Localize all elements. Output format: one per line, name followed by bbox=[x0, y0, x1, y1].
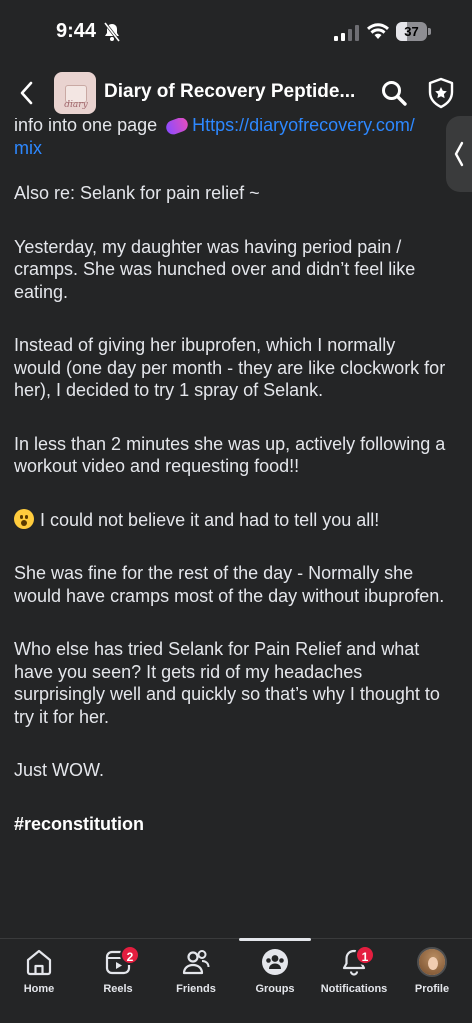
status-time: 9:44 bbox=[56, 20, 97, 42]
nav-profile[interactable]: Profile bbox=[392, 947, 472, 1007]
post-paragraph: Instead of giving her ibuprofen, which I… bbox=[14, 335, 446, 400]
post-paragraph-with-emoji: I could not believe it and had to tell y… bbox=[14, 508, 446, 532]
nav-friends[interactable]: Friends bbox=[156, 947, 236, 1007]
notifications-badge: 1 bbox=[355, 945, 375, 965]
post-paragraph-text: I could not believe it and had to tell y… bbox=[40, 509, 380, 530]
back-icon[interactable] bbox=[12, 76, 42, 110]
search-icon[interactable] bbox=[380, 79, 408, 107]
home-icon bbox=[26, 949, 52, 976]
dna-emoji-icon bbox=[164, 118, 190, 137]
cellular-signal-icon bbox=[334, 25, 359, 41]
post-paragraph: In less than 2 minutes she was up, activ… bbox=[14, 433, 446, 477]
nav-groups[interactable]: Groups bbox=[235, 947, 315, 1007]
group-avatar-text: diary bbox=[64, 100, 88, 110]
bell-muted-icon bbox=[103, 22, 121, 42]
chevron-left-icon bbox=[454, 141, 464, 167]
wifi-icon bbox=[367, 23, 389, 39]
post-body: info into one page Https://diaryofrecove… bbox=[14, 118, 446, 938]
group-title[interactable]: Diary of Recovery Peptide... bbox=[104, 81, 368, 103]
friends-icon bbox=[182, 950, 210, 975]
post-link-line: info into one page Https://diaryofrecove… bbox=[14, 118, 446, 159]
reels-badge: 2 bbox=[120, 945, 140, 965]
hashtag[interactable]: #reconstitution bbox=[14, 813, 446, 836]
post-link[interactable]: Https://diaryofrecovery.com/ bbox=[192, 118, 415, 135]
post-link-continued[interactable]: mix bbox=[14, 138, 42, 158]
group-avatar[interactable]: diary bbox=[54, 72, 96, 114]
battery-icon: 37 bbox=[396, 22, 432, 41]
post-paragraph: Yesterday, my daughter was having period… bbox=[14, 236, 416, 302]
nav-reels-label: Reels bbox=[103, 983, 133, 995]
shield-star-icon[interactable] bbox=[426, 77, 456, 109]
active-tab-indicator bbox=[239, 938, 311, 941]
battery-level: 37 bbox=[404, 24, 419, 39]
post-paragraph: Who else has tried Selank for Pain Relie… bbox=[14, 639, 440, 727]
nav-friends-label: Friends bbox=[176, 983, 216, 995]
group-header: diary Diary of Recovery Peptide... bbox=[0, 62, 472, 124]
status-bar: 9:44 37 bbox=[0, 0, 472, 60]
nav-notifications-label: Notifications bbox=[320, 983, 388, 995]
profile-avatar bbox=[417, 947, 447, 977]
post-paragraph: Just WOW. bbox=[14, 760, 104, 780]
nav-profile-label: Profile bbox=[414, 983, 450, 995]
nav-notifications[interactable]: 1 Notifications bbox=[314, 945, 394, 1007]
nav-home[interactable]: Home bbox=[0, 947, 79, 1007]
astonished-emoji-icon bbox=[14, 508, 34, 529]
nav-groups-label: Groups bbox=[255, 983, 295, 995]
bottom-nav: Home 2 Reels Friends Groups 1 Notificati… bbox=[0, 938, 472, 1023]
link-prefix: info into one page bbox=[14, 118, 163, 135]
post-paragraph: She was fine for the rest of the day - N… bbox=[14, 563, 445, 606]
side-panel-handle[interactable] bbox=[446, 116, 472, 192]
nav-reels[interactable]: 2 Reels bbox=[78, 945, 158, 1007]
post-paragraph: Also re: Selank for pain relief ~ bbox=[14, 183, 260, 203]
groups-icon bbox=[262, 949, 288, 975]
nav-home-label: Home bbox=[23, 983, 55, 995]
